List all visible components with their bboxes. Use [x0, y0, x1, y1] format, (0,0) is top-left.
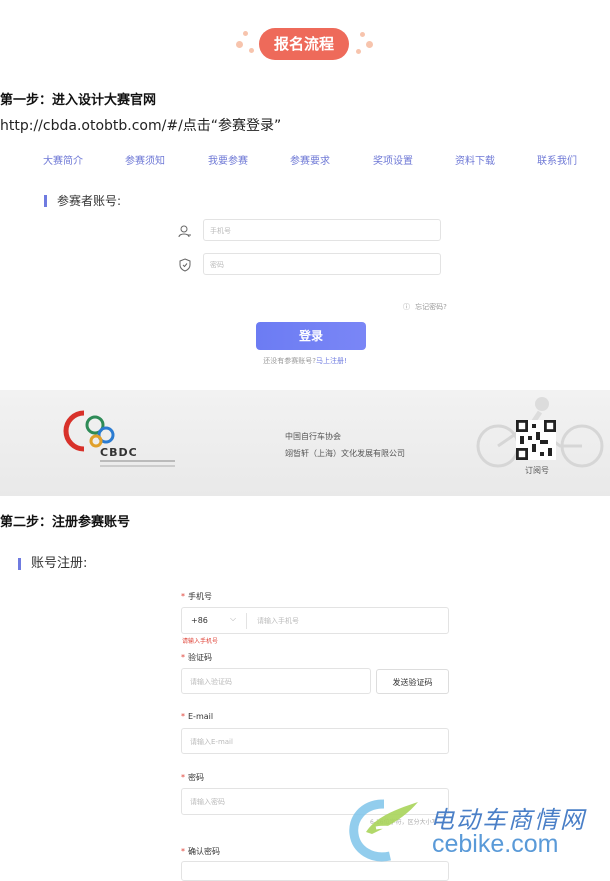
field-divider: [246, 613, 247, 629]
chevron-down-icon: ⌵: [230, 614, 237, 623]
nav-item-contact[interactable]: 联系我们: [537, 152, 577, 167]
password-label: * 密码: [181, 773, 204, 782]
user-icon: [178, 225, 191, 238]
email-label: * E-mail: [181, 712, 214, 721]
shield-icon: [179, 258, 191, 272]
question-icon: ⓘ: [403, 303, 410, 311]
country-code-select[interactable]: +86: [191, 616, 208, 625]
paw-decoration: [360, 32, 365, 37]
site-footer-band: CBDC 中国自行车协会 翊晢轩（上海）文化发展有限公司 订阅号: [0, 390, 610, 496]
register-phone-input[interactable]: 请输入手机号: [257, 616, 299, 626]
nav-item-join[interactable]: 我要参赛: [208, 152, 248, 167]
paw-decoration: [356, 49, 361, 54]
phone-field: +86 ⌵ 请输入手机号: [181, 607, 449, 634]
nav-item-downloads[interactable]: 资料下载: [455, 152, 495, 167]
confirm-password-input[interactable]: [181, 861, 449, 881]
login-button[interactable]: 登录: [256, 322, 366, 350]
phone-label: * 手机号: [181, 592, 212, 601]
paw-decoration: [366, 41, 373, 48]
forgot-password-label: 忘记密码?: [415, 303, 447, 311]
process-header: 报名流程: [0, 22, 610, 66]
watermark-en: cebike.com: [432, 830, 559, 858]
register-link[interactable]: 马上注册!: [316, 357, 347, 365]
paw-decoration: [236, 41, 243, 48]
email-input[interactable]: 请输入E-mail: [181, 728, 449, 754]
qr-label: 订阅号: [525, 466, 549, 475]
nav-item-notice[interactable]: 参赛须知: [125, 152, 165, 167]
process-title: 报名流程: [259, 28, 349, 60]
code-input[interactable]: 请输入验证码: [181, 668, 371, 694]
code-label: * 验证码: [181, 653, 212, 662]
logo-subtitle-line: [100, 465, 175, 467]
cebike-logo-icon: [349, 799, 418, 862]
organizer-2: 翊晢轩（上海）文化发展有限公司: [285, 449, 405, 458]
logo-subtitle-line: [100, 460, 175, 462]
password-label-text: 密码: [188, 773, 204, 782]
site-nav: 大赛简介 参赛须知 我要参赛 参赛要求 奖项设置 资料下载 联系我们: [0, 152, 610, 172]
qr-code-icon: [516, 420, 556, 460]
nav-item-requirements[interactable]: 参赛要求: [290, 152, 330, 167]
register-section-title: 账号注册:: [18, 557, 87, 570]
email-label-text: E-mail: [188, 712, 214, 721]
login-section-title: 参赛者账号:: [44, 195, 121, 207]
send-code-button[interactable]: 发送验证码: [376, 669, 449, 694]
step1-title: 第一步：进入设计大赛官网: [0, 93, 157, 108]
nav-item-awards[interactable]: 奖项设置: [373, 152, 413, 167]
code-label-text: 验证码: [188, 653, 212, 662]
login-password-input[interactable]: 密码: [203, 253, 441, 275]
paw-decoration: [243, 31, 248, 36]
phone-label-text: 手机号: [188, 592, 212, 601]
step1-instruction: http://cbda.otobtb.com/#/点击“参赛登录”: [0, 118, 282, 134]
paw-decoration: [249, 48, 254, 53]
register-prompt: 还没有参赛账号?马上注册!: [0, 356, 610, 366]
phone-error: 请输入手机号: [182, 638, 219, 645]
organizer-1: 中国自行车协会: [285, 432, 341, 441]
confirm-label-text: 确认密码: [188, 847, 220, 856]
forgot-password-link[interactable]: ⓘ 忘记密码?: [403, 294, 447, 313]
register-prompt-text: 还没有参赛账号?: [263, 357, 316, 365]
nav-item-intro[interactable]: 大赛简介: [43, 152, 83, 167]
confirm-password-label: * 确认密码: [181, 847, 220, 856]
step2-title: 第二步：注册参赛账号: [0, 515, 131, 530]
cbdc-logo-text: CBDC: [100, 446, 138, 459]
login-phone-input[interactable]: 手机号: [203, 219, 441, 241]
